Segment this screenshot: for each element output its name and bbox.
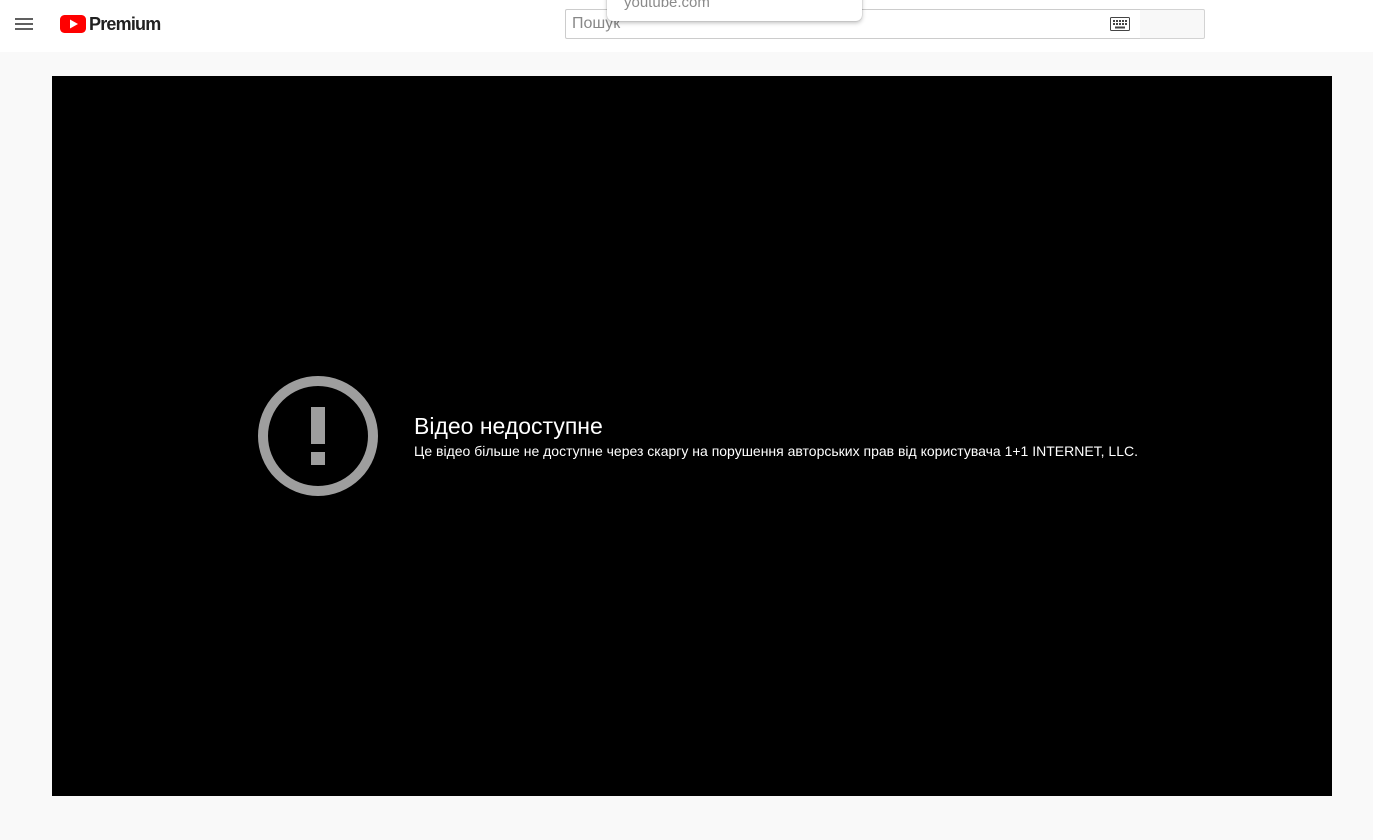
error-title: Відео недоступне (414, 413, 603, 439)
search-button[interactable] (1140, 9, 1205, 39)
guide-menu-button[interactable] (8, 8, 40, 40)
masthead: Premium youtube.com (0, 0, 1373, 52)
youtube-premium-logo[interactable]: Premium (60, 13, 161, 35)
keyboard-icon[interactable] (1110, 17, 1130, 31)
youtube-play-logo-icon (60, 15, 86, 33)
autocomplete-dropdown: youtube.com (607, 0, 862, 21)
hamburger-menu-icon (15, 18, 33, 30)
error-subtitle: Це відео більше не доступне через скаргу… (414, 443, 1139, 459)
alert-circle-icon (258, 376, 378, 496)
logo-text: Premium (89, 14, 161, 34)
video-player[interactable]: Відео недоступне Це відео більше не дост… (52, 76, 1332, 796)
autocomplete-item[interactable]: youtube.com (624, 0, 710, 12)
